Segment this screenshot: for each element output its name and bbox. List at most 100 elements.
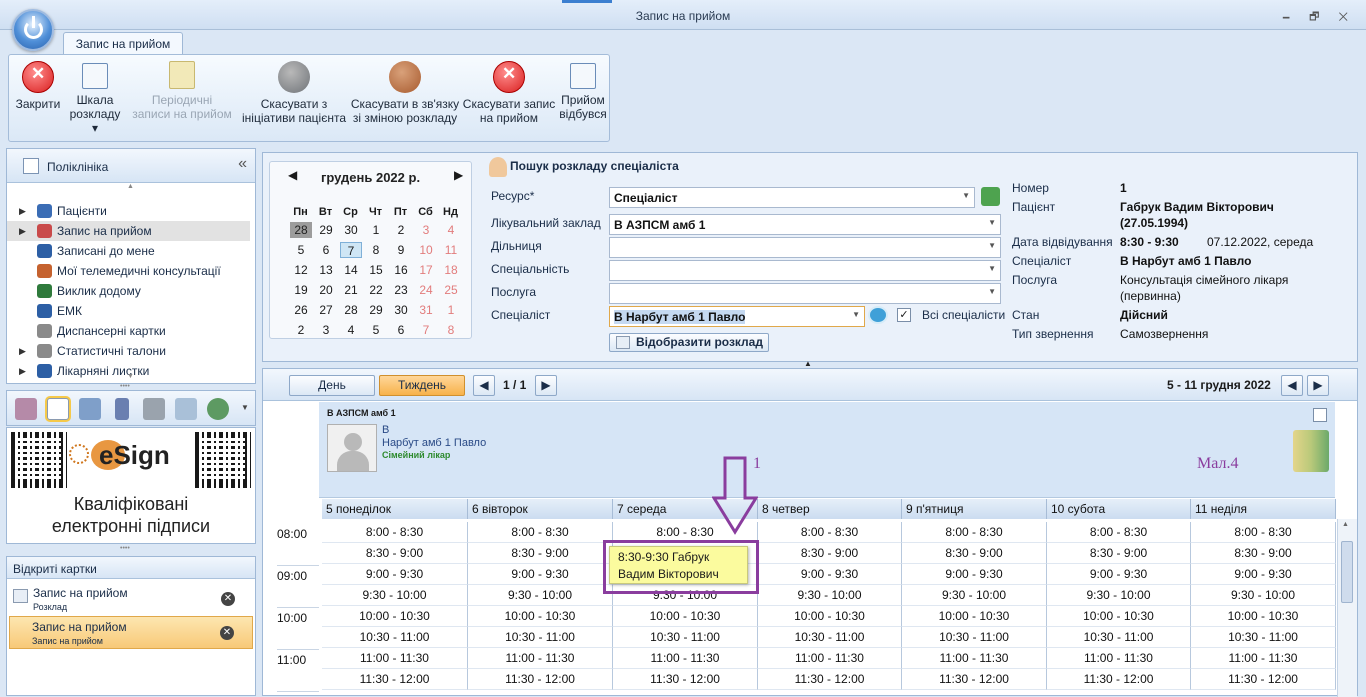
time-slot[interactable]: 11:00 - 11:30 xyxy=(1047,648,1191,669)
next-page-button[interactable]: ▶ xyxy=(535,375,557,396)
time-slot[interactable]: 8:30 - 9:00 xyxy=(758,543,902,564)
time-slot[interactable]: 10:00 - 10:30 xyxy=(1047,606,1191,627)
dropdown-arrow-icon[interactable]: ▼ xyxy=(988,241,996,250)
more-modules-icon[interactable]: ▼ xyxy=(241,403,249,412)
dropdown-arrow-icon[interactable]: ▼ xyxy=(988,287,996,296)
expand-icon[interactable]: ▶ xyxy=(19,361,26,381)
collapse-button[interactable]: « xyxy=(238,155,247,173)
home-module-icon[interactable] xyxy=(175,398,197,420)
done-button[interactable]: Прийом відбувся xyxy=(557,55,609,141)
calendar-day[interactable]: 30 xyxy=(340,222,362,238)
time-slot[interactable]: 10:00 - 10:30 xyxy=(1191,606,1336,627)
calendar-day[interactable]: 2 xyxy=(390,222,412,238)
field-input[interactable]: ▼ xyxy=(609,283,1001,304)
time-slot[interactable]: 10:00 - 10:30 xyxy=(468,606,613,627)
field-input[interactable]: ▼ xyxy=(609,260,1001,281)
day-header[interactable]: 8 четвер xyxy=(758,499,902,519)
calendar-day[interactable]: 11 xyxy=(440,242,462,258)
periodic-button[interactable]: Періодичні записи на прийом xyxy=(127,55,237,141)
time-slot[interactable]: 8:30 - 9:00 xyxy=(322,543,468,564)
time-slot[interactable]: 9:30 - 10:00 xyxy=(902,585,1047,606)
time-slot[interactable]: 11:30 - 12:00 xyxy=(758,669,902,690)
schedule-module-icon[interactable] xyxy=(79,398,101,420)
close-card-icon[interactable]: ✕ xyxy=(221,592,235,606)
sidebar-item[interactable]: Диспансерні картки xyxy=(7,321,255,341)
ribbon-tab[interactable]: Запис на прийом xyxy=(63,32,183,54)
open-card-item[interactable]: Запис на прийом Розклад ✕ xyxy=(9,583,253,616)
calendar-day[interactable]: 30 xyxy=(390,302,412,318)
records-module-icon[interactable] xyxy=(47,398,69,420)
time-slot[interactable]: 10:30 - 11:00 xyxy=(758,627,902,648)
time-slot[interactable]: 10:00 - 10:30 xyxy=(613,606,758,627)
time-slot[interactable]: 9:00 - 9:30 xyxy=(902,564,1047,585)
esign-banner[interactable]: eSign Кваліфіковані електронні підписи xyxy=(6,427,256,544)
time-slot[interactable]: 11:30 - 12:00 xyxy=(1047,669,1191,690)
time-slot[interactable]: 11:30 - 12:00 xyxy=(468,669,613,690)
calendar-day[interactable]: 8 xyxy=(365,242,387,258)
next-month-button[interactable]: ▶ xyxy=(454,168,463,182)
expand-icon[interactable]: ▶ xyxy=(19,201,26,221)
calendar-day[interactable]: 23 xyxy=(390,282,412,298)
time-slot[interactable]: 8:00 - 8:30 xyxy=(1191,522,1336,543)
calendar-day[interactable]: 7 xyxy=(340,242,362,258)
calendar-day[interactable]: 16 xyxy=(390,262,412,278)
calendar-day[interactable]: 21 xyxy=(340,282,362,298)
field-input[interactable]: В Нарбут амб 1 Павло ▼ xyxy=(609,306,865,327)
close-card-icon[interactable]: ✕ xyxy=(220,626,234,640)
sidebar-item[interactable]: ЕМК xyxy=(7,301,255,321)
time-slot[interactable]: 10:00 - 10:30 xyxy=(902,606,1047,627)
calendar-day[interactable]: 4 xyxy=(440,222,462,238)
calendar-day[interactable]: 13 xyxy=(315,262,337,278)
prev-page-button[interactable]: ◀ xyxy=(473,375,495,396)
time-slot[interactable]: 9:00 - 9:30 xyxy=(1047,564,1191,585)
cancel-patient-button[interactable]: Скасувати з ініціативи пацієнта xyxy=(239,55,349,141)
sidebar-item[interactable]: Записані до мене xyxy=(7,241,255,261)
calendar-day[interactable]: 22 xyxy=(365,282,387,298)
calendar-day[interactable]: 14 xyxy=(340,262,362,278)
open-card-item-active[interactable]: Запис на прийом Запис на прийом ✕ xyxy=(9,616,253,649)
calendar-day[interactable]: 7 xyxy=(415,322,437,338)
time-slot[interactable]: 9:30 - 10:00 xyxy=(1047,585,1191,606)
time-slot[interactable]: 8:30 - 9:00 xyxy=(468,543,613,564)
dropdown-arrow-icon[interactable]: ▼ xyxy=(852,310,860,319)
calendar-day[interactable]: 5 xyxy=(290,242,312,258)
splitter-arrow[interactable]: ▲ xyxy=(804,359,812,368)
time-slot[interactable]: 8:30 - 9:00 xyxy=(1047,543,1191,564)
calendar-day[interactable]: 18 xyxy=(440,262,462,278)
field-input[interactable]: В АЗПСМ амб 1 ▼ xyxy=(609,214,1001,235)
day-header[interactable]: 6 вівторок xyxy=(468,499,613,519)
time-slot[interactable]: 10:30 - 11:00 xyxy=(468,627,613,648)
calendar-day[interactable]: 2 xyxy=(290,322,312,338)
calendar-day[interactable]: 28 xyxy=(290,222,312,238)
calendar-module-icon[interactable] xyxy=(15,398,37,420)
calendar-day[interactable]: 1 xyxy=(365,222,387,238)
refresh-icon[interactable] xyxy=(981,187,1000,206)
day-header[interactable]: 9 п'ятниця xyxy=(902,499,1047,519)
calendar-day[interactable]: 3 xyxy=(315,322,337,338)
prev-week-button[interactable]: ◀ xyxy=(1281,375,1303,396)
time-slot[interactable]: 11:00 - 11:30 xyxy=(322,648,468,669)
calendar-day[interactable]: 15 xyxy=(365,262,387,278)
time-slot[interactable]: 11:00 - 11:30 xyxy=(468,648,613,669)
sidebar-item[interactable]: ▶ Запис на прийом xyxy=(7,221,250,241)
calendar-day[interactable]: 29 xyxy=(365,302,387,318)
time-slot[interactable]: 9:30 - 10:00 xyxy=(1191,585,1336,606)
calendar-day[interactable]: 28 xyxy=(340,302,362,318)
globe-module-icon[interactable] xyxy=(207,398,229,420)
calendar-day[interactable]: 4 xyxy=(340,322,362,338)
time-slot[interactable]: 10:30 - 11:00 xyxy=(322,627,468,648)
app-menu-orb[interactable] xyxy=(12,9,54,51)
time-slot[interactable]: 8:00 - 8:30 xyxy=(758,522,902,543)
calendar-day[interactable]: 29 xyxy=(315,222,337,238)
time-slot[interactable]: 11:00 - 11:30 xyxy=(1191,648,1336,669)
time-slot[interactable]: 11:00 - 11:30 xyxy=(758,648,902,669)
calendar-day[interactable]: 5 xyxy=(365,322,387,338)
cancel-record-button[interactable]: Скасувати записна прийом xyxy=(461,55,557,141)
calendar-day[interactable]: 27 xyxy=(315,302,337,318)
time-slot[interactable]: 9:00 - 9:30 xyxy=(758,564,902,585)
time-slot[interactable]: 8:00 - 8:30 xyxy=(322,522,468,543)
sidebar-item[interactable]: ▶ Пацієнти xyxy=(7,201,255,221)
dropdown-arrow-icon[interactable]: ▼ xyxy=(988,218,996,227)
calendar-day[interactable]: 17 xyxy=(415,262,437,278)
time-slot[interactable]: 10:00 - 10:30 xyxy=(758,606,902,627)
